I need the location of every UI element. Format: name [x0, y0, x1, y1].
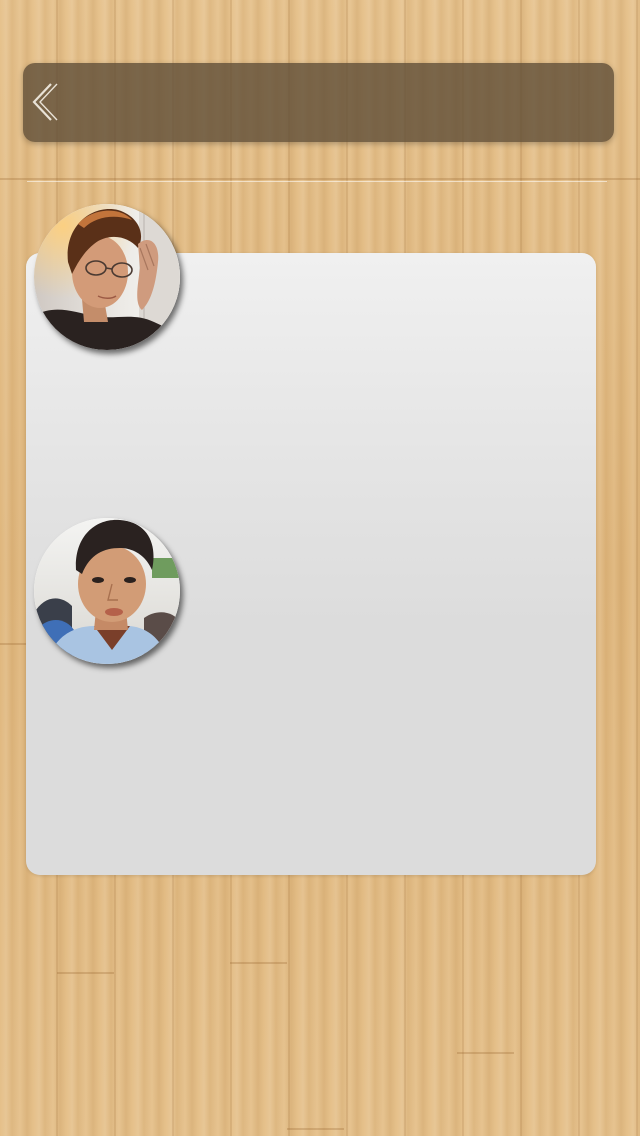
header-divider	[27, 181, 607, 182]
user-avatar-2[interactable]	[34, 518, 180, 664]
wood-seam	[230, 962, 287, 964]
user-avatar-1[interactable]	[34, 204, 180, 350]
wood-seam	[287, 1128, 344, 1130]
wood-seam	[0, 643, 26, 645]
user-photo-2	[34, 518, 180, 664]
back-button[interactable]	[29, 79, 69, 125]
top-bar	[23, 63, 614, 142]
user-photo-1	[34, 204, 180, 350]
chevron-left-icon	[32, 83, 58, 121]
wood-seam	[57, 972, 114, 974]
wood-seam	[0, 178, 640, 180]
wood-seam	[457, 1052, 514, 1054]
